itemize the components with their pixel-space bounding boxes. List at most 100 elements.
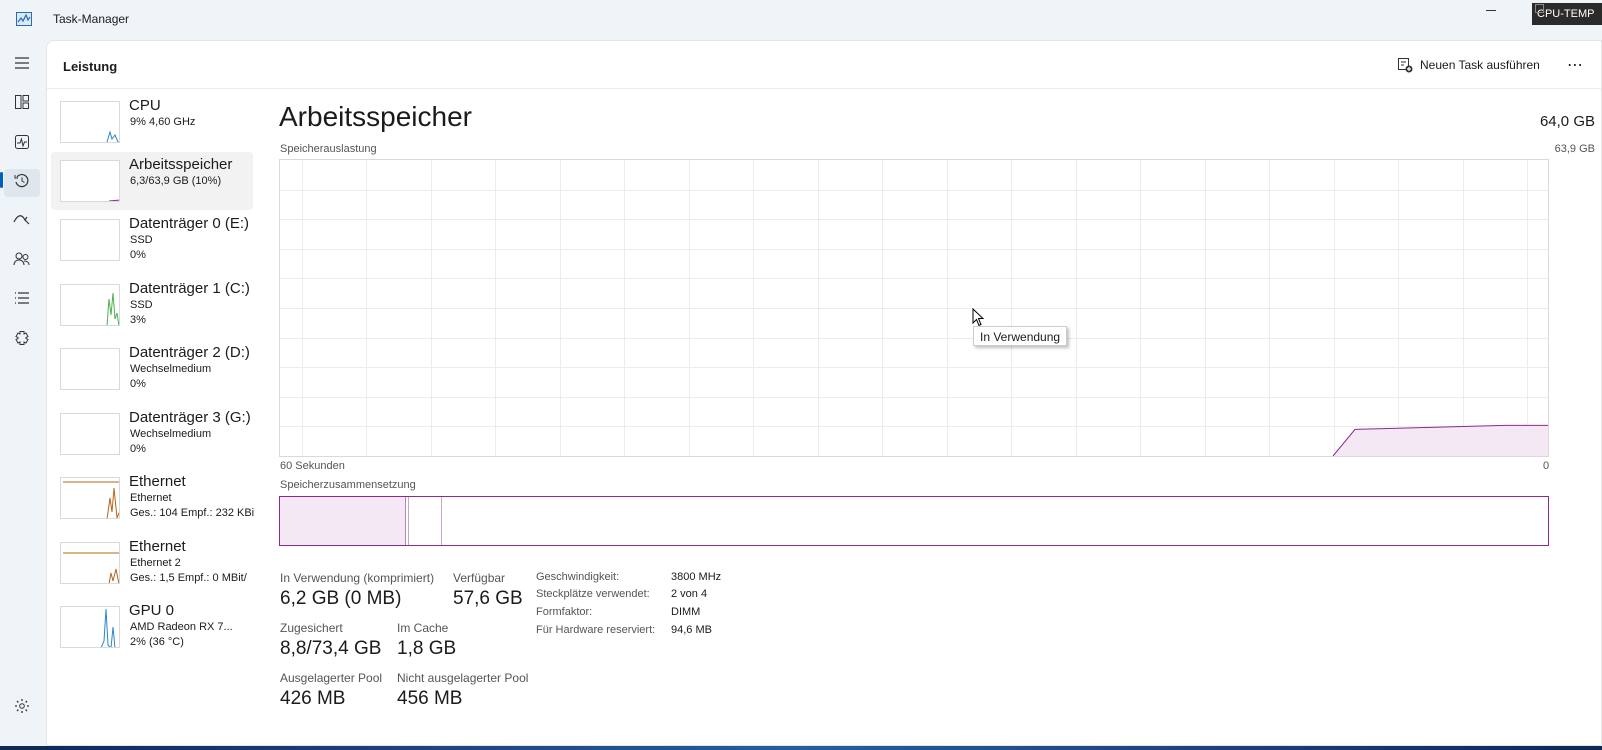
device-sparkline-path	[106, 130, 119, 142]
committed-value: 8,8/73,4 GB	[280, 638, 382, 659]
device-item-6[interactable]: Ethernet Ethernet Ges.: 104 Empf.: 232 KBi	[51, 469, 255, 527]
device-subtitle: Ethernet 2	[130, 557, 181, 569]
device-sparkline-path	[108, 199, 119, 201]
device-name: Datenträger 3 (G:)	[129, 409, 251, 426]
available-label: Verfügbar	[453, 571, 506, 585]
task-manager-app-icon	[16, 12, 32, 26]
device-name: GPU 0	[129, 602, 175, 619]
device-subtitle: 6,3/63,9 GB (10%)	[130, 175, 222, 187]
device-sparkline	[108, 199, 119, 201]
device-name: CPU	[129, 97, 161, 114]
device-sparkline-path	[63, 552, 119, 583]
device-value: 3%	[130, 314, 146, 326]
performance-icon[interactable]	[11, 131, 33, 153]
memory-usage-graph-svg	[280, 160, 1548, 457]
startup-apps-icon[interactable]	[11, 209, 33, 231]
device-sparkline	[61, 220, 120, 261]
navigation-rail	[0, 40, 45, 746]
device-item-5[interactable]: Datenträger 3 (G:) Wechselmedium 0%	[51, 405, 253, 463]
device-thumbnail-graph	[60, 219, 120, 261]
spec-slots-value: 2 von 4	[671, 588, 708, 600]
device-sparkline	[61, 414, 120, 455]
device-subtitle: Wechselmedium	[130, 363, 212, 375]
cached-label: Im Cache	[397, 621, 449, 635]
device-value: Ges.: 1,5 Empf.: 0 MBit/	[130, 572, 247, 584]
app-history-icon[interactable]	[11, 170, 33, 192]
device-item-2[interactable]: Datenträger 0 (E:) SSD 0%	[51, 211, 253, 269]
committed-label: Zugesichert	[280, 621, 343, 635]
page-title: Leistung	[63, 59, 118, 74]
device-subtitle: SSD	[130, 234, 153, 246]
device-thumbnail-graph	[60, 284, 120, 326]
memory-composition-bar[interactable]	[279, 496, 1549, 546]
graph-x-right-label: 0	[1543, 460, 1550, 472]
mouse-cursor-icon	[972, 308, 985, 327]
services-icon[interactable]	[11, 327, 33, 349]
device-item-4[interactable]: Datenträger 2 (D:) Wechselmedium 0%	[51, 340, 253, 398]
device-item-7[interactable]: Ethernet Ethernet 2 Ges.: 1,5 Empf.: 0 MBi…	[51, 534, 253, 592]
usage-graph-max: 63,9 GB	[1554, 143, 1595, 155]
device-subtitle: SSD	[130, 299, 153, 311]
device-item-1[interactable]: Arbeitsspeicher 6,3/63,9 GB (10%)	[51, 152, 253, 210]
title-bar: Task-Manager CPU-TEMP	[0, 0, 1602, 40]
cpu-temp-label: CPU-TEMP	[1537, 8, 1595, 20]
spec-speed-label: Geschwindigkeit:	[536, 571, 620, 583]
device-item-3[interactable]: Datenträger 1 (C:) SSD 3%	[51, 276, 253, 334]
composition-in-use	[280, 497, 406, 545]
device-value: Ges.: 104 Empf.: 232 KBi	[130, 507, 255, 519]
spec-slots-label: Steckplätze verwendet:	[536, 588, 650, 600]
device-thumbnail-graph	[60, 101, 120, 143]
hamburger-menu-icon[interactable]	[11, 52, 33, 74]
device-sparkline-path	[100, 608, 116, 647]
device-name: Ethernet	[129, 538, 186, 555]
users-icon[interactable]	[11, 248, 33, 270]
memory-usage-area	[1333, 425, 1548, 456]
spec-formfactor-label: Formfaktor:	[536, 606, 593, 618]
minimize-icon	[1486, 10, 1496, 11]
device-value: 2% (36 °C)	[130, 636, 184, 648]
device-sparkline	[63, 481, 119, 518]
paged-pool-value: 426 MB	[280, 688, 346, 709]
nonpaged-pool-value: 456 MB	[397, 688, 463, 709]
composition-label: Speicherzusammensetzung	[280, 479, 416, 491]
device-item-8[interactable]: GPU 0 AMD Radeon RX 7... 2% (36 °C)	[51, 598, 253, 656]
available-value: 57,6 GB	[453, 588, 523, 609]
device-item-0[interactable]: CPU 9% 4,60 GHz	[51, 93, 253, 151]
run-new-task-button[interactable]: Neuen Task ausführen	[1397, 55, 1540, 75]
settings-gear-icon[interactable]	[11, 695, 33, 717]
badge-box-icon	[1535, 4, 1544, 13]
device-sparkline	[61, 349, 120, 390]
usage-graph-label: Speicherauslastung	[280, 143, 377, 155]
device-subtitle: Ethernet	[130, 492, 172, 504]
device-thumbnail-graph	[60, 160, 120, 202]
cached-value: 1,8 GB	[397, 638, 457, 659]
nav-active-indicator	[0, 172, 3, 188]
paged-pool-label: Ausgelagerter Pool	[280, 671, 383, 685]
minimize-button[interactable]	[1478, 0, 1508, 24]
device-name: Ethernet	[129, 473, 186, 490]
device-subtitle: AMD Radeon RX 7...	[130, 621, 233, 633]
device-subtitle: 9% 4,60 GHz	[130, 116, 196, 128]
device-name: Datenträger 0 (E:)	[129, 215, 250, 232]
processes-icon[interactable]	[11, 91, 33, 113]
device-sparkline	[63, 552, 119, 583]
device-name: Datenträger 1 (C:)	[129, 280, 250, 297]
device-thumbnail-graph	[60, 413, 120, 455]
graph-tooltip: In Verwendung	[973, 326, 1068, 346]
main-content: Leistung Neuen Task ausführen ⋯ CPU 9% 4,…	[46, 40, 1602, 746]
device-sparkline-path	[106, 292, 119, 325]
window-title: Task-Manager	[53, 12, 130, 26]
memory-usage-graph[interactable]	[279, 159, 1549, 457]
spec-reserved-label: Für Hardware reserviert:	[536, 624, 656, 636]
device-value: 0%	[130, 249, 146, 261]
details-icon[interactable]	[11, 287, 33, 309]
more-options-button[interactable]: ⋯	[1567, 55, 1584, 75]
composition-standby	[441, 497, 442, 545]
new-task-icon	[1398, 58, 1413, 73]
device-thumbnail-graph	[60, 477, 120, 519]
device-value: 0%	[130, 443, 146, 455]
memory-total: 64,0 GB	[1539, 113, 1595, 130]
nonpaged-pool-label: Nicht ausgelagerter Pool	[397, 671, 529, 685]
desktop-background-strip	[0, 746, 1602, 750]
page-header: Leistung Neuen Task ausführen ⋯	[47, 41, 1601, 89]
